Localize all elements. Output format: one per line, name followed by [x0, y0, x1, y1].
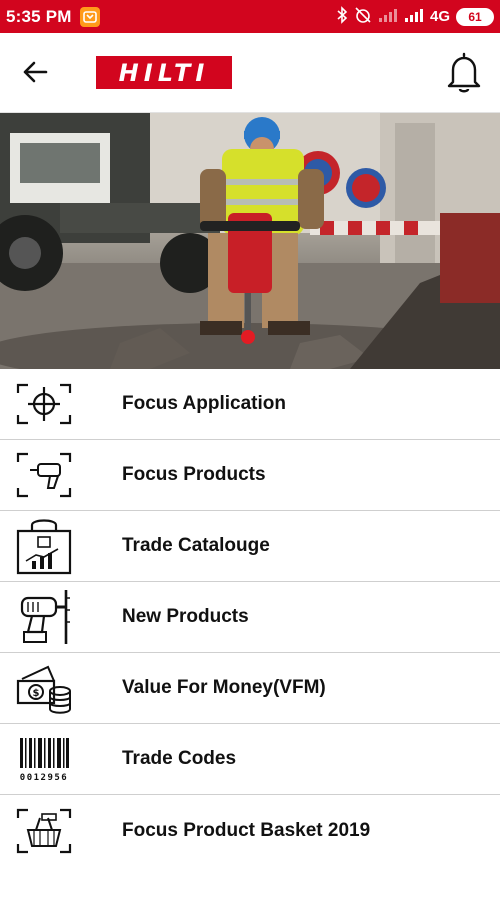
back-button[interactable]: [18, 55, 52, 89]
battery-level: 61: [468, 9, 482, 24]
drill-focus-icon: [14, 447, 74, 503]
bell-icon: [447, 52, 481, 93]
signal-icon: [404, 7, 424, 27]
crosshair-focus-icon: [14, 376, 74, 432]
menu-item-focus-products[interactable]: Focus Products: [0, 440, 500, 511]
battery-icon: 61: [456, 7, 494, 26]
notification-app-icon: [79, 6, 100, 27]
menu-item-trade-catalogue[interactable]: Trade Catalouge: [0, 511, 500, 582]
money-coins-icon: $: [14, 660, 74, 716]
status-bar: 5:35 PM 4G 61: [0, 0, 500, 33]
menu-item-label: Trade Codes: [122, 748, 237, 769]
menu-item-label: Focus Products: [122, 464, 266, 485]
status-icons: 4G 61: [336, 5, 494, 28]
menu-item-new-products[interactable]: New Products: [0, 582, 500, 653]
menu-item-trade-codes[interactable]: 0012956 Trade Codes: [0, 724, 500, 795]
worker-with-jackhammer-photo: [0, 113, 500, 369]
arrow-left-icon: [23, 61, 48, 83]
menu-item-label: Focus Product Basket 2019: [122, 819, 371, 841]
signal-icon: [378, 7, 398, 27]
bluetooth-icon: [336, 5, 348, 28]
barcode-icon: 0012956: [14, 731, 74, 787]
alarm-off-icon: [354, 6, 372, 28]
app-header: HILTI: [0, 33, 500, 113]
power-drill-icon: [14, 589, 74, 645]
svg-text:$: $: [33, 688, 40, 699]
barcode-number: 0012956: [20, 773, 68, 783]
menu-item-label: Value For Money(VFM): [122, 677, 326, 698]
logo-text: HILTI: [118, 58, 210, 87]
menu-item-value-for-money[interactable]: $ Value For Money(VFM): [0, 653, 500, 724]
menu-item-focus-application[interactable]: Focus Application: [0, 369, 500, 440]
notification-button[interactable]: [443, 51, 485, 95]
hero-image: [0, 113, 500, 369]
menu-item-label: Focus Application: [122, 393, 286, 414]
menu-item-label: New Products: [122, 606, 249, 627]
menu-item-label: Trade Catalouge: [122, 535, 270, 556]
shopping-bag-chart-icon: [14, 518, 74, 575]
network-type: 4G: [429, 8, 450, 25]
status-time: 5:35 PM: [6, 6, 72, 26]
menu-item-focus-product-basket[interactable]: Focus Product Basket 2019: [0, 795, 500, 866]
basket-focus-icon: [14, 803, 74, 859]
hilti-logo: HILTI: [96, 56, 232, 89]
main-menu-list: Focus Application Focus Products Trade C: [0, 369, 500, 866]
